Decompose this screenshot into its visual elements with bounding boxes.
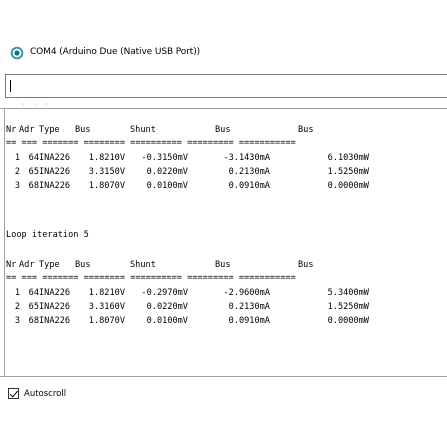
table-cell: 68 bbox=[28, 181, 39, 191]
table-cell: 68 bbox=[28, 316, 39, 326]
table-cell: 1.8210V bbox=[88, 153, 125, 163]
table-cell: 3.3150V bbox=[88, 167, 125, 177]
table-cell: 0.0910mA bbox=[228, 316, 270, 326]
send-input[interactable] bbox=[6, 75, 447, 97]
table-cell: 1 bbox=[14, 288, 20, 298]
table-cell: 3 bbox=[14, 181, 20, 191]
table-cell: 0.0910mA bbox=[228, 181, 270, 191]
table-cell: 65 bbox=[28, 167, 39, 177]
table-cell: 1.5250mW bbox=[327, 302, 369, 312]
table-cell: 0.0100mV bbox=[146, 316, 188, 326]
column-header: Bus bbox=[215, 260, 231, 270]
column-header: Adr bbox=[19, 260, 35, 270]
table-cell: 2 bbox=[14, 167, 20, 177]
table-separator: == === ======= ======== ========== =====… bbox=[6, 273, 296, 283]
column-header: Nr bbox=[6, 260, 17, 270]
text-caret bbox=[10, 80, 11, 92]
column-header: Bus bbox=[298, 260, 314, 270]
table-cell: 0.0000mW bbox=[327, 181, 369, 191]
column-header: Bus bbox=[298, 125, 314, 135]
title-bar: COM4 (Arduino Due (Native USB Port)) bbox=[0, 44, 447, 66]
column-header: Shunt bbox=[130, 125, 156, 135]
column-header: Bus bbox=[75, 260, 91, 270]
table-row: 3 68 INA226 1.8070V 0.0100mV 0.0910mA 0.0000mW bbox=[6, 316, 446, 327]
column-header: Adr bbox=[19, 125, 35, 135]
table-cell: -3.1430mA bbox=[223, 153, 270, 163]
table-row: 1 64 INA226 1.8210V -0.3150mV -3.1430mA 6.1030… bbox=[6, 153, 446, 164]
footer-divider bbox=[0, 376, 447, 377]
table-cell: 1.5250mW bbox=[327, 167, 369, 177]
column-header: Shunt bbox=[130, 260, 156, 270]
table-row: 2 65 INA226 3.3160V 0.0220mV 0.2130mA 1.5250mW bbox=[6, 302, 446, 313]
table-row: 3 68 INA226 1.8070V 0.0100mV 0.0910mA 0.0000mW bbox=[6, 181, 446, 192]
table-cell: 0.0220mV bbox=[146, 302, 188, 312]
send-input-box[interactable] bbox=[5, 74, 447, 98]
table-cell: 65 bbox=[28, 302, 39, 312]
autoscroll-label: Autoscroll bbox=[24, 388, 67, 399]
serial-monitor-window: COM4 (Arduino Due (Native USB Port)) · ·… bbox=[0, 0, 447, 447]
table-row: 1 64 INA226 1.8210V -0.2970mV -2.9600mA 5.3400… bbox=[6, 288, 446, 299]
table-cell: 5.3400mW bbox=[327, 288, 369, 298]
column-header: Type bbox=[39, 260, 60, 270]
table-cell: 0.2130mA bbox=[228, 167, 270, 177]
window-title: COM4 (Arduino Due (Native USB Port)) bbox=[30, 47, 201, 57]
table-cell: 64 bbox=[28, 288, 39, 298]
table-cell: -0.2970mV bbox=[141, 288, 188, 298]
column-header: Bus bbox=[215, 125, 231, 135]
autoscroll-toggle[interactable]: Autoscroll bbox=[8, 388, 66, 399]
table-cell: 3 bbox=[14, 316, 20, 326]
table-header-row: Nr Adr Type Bus Shunt Bus Bus bbox=[6, 125, 446, 136]
table-cell: 2 bbox=[14, 302, 20, 312]
table-cell: -0.3150mV bbox=[141, 153, 188, 163]
arduino-app-icon bbox=[10, 46, 24, 60]
table-cell: 3.3160V bbox=[88, 302, 125, 312]
column-header: Type bbox=[39, 125, 60, 135]
column-header: Bus bbox=[75, 125, 91, 135]
table-cell: 0.2130mA bbox=[228, 302, 270, 312]
column-header: Nr bbox=[6, 125, 17, 135]
table-cell: 1.8070V bbox=[88, 316, 125, 326]
table-cell: 0.0000mW bbox=[327, 316, 369, 326]
table-cell: 1.8210V bbox=[88, 288, 125, 298]
table-separator: == === ======= ======== ========== =====… bbox=[6, 138, 296, 148]
table-cell: -2.9600mA bbox=[223, 288, 270, 298]
table-cell: 1.8070V bbox=[88, 181, 125, 191]
table-cell: 6.1030mW bbox=[327, 153, 369, 163]
table-row: 2 65 INA226 3.3150V 0.0220mV 0.2130mA 1.5250mW bbox=[6, 167, 446, 178]
table-cell: 64 bbox=[28, 153, 39, 163]
table-header-row: Nr Adr Type Bus Shunt Bus Bus bbox=[6, 260, 446, 271]
autoscroll-checkbox[interactable] bbox=[8, 388, 19, 399]
table-cell: 0.0100mV bbox=[146, 181, 188, 191]
loop-iteration-label: Loop iteration 5 bbox=[6, 230, 89, 240]
table-cell: 0.0220mV bbox=[146, 167, 188, 177]
output-left-border bbox=[4, 108, 5, 376]
resize-grip[interactable]: · · · bbox=[22, 101, 50, 108]
table-cell: 1 bbox=[14, 153, 20, 163]
